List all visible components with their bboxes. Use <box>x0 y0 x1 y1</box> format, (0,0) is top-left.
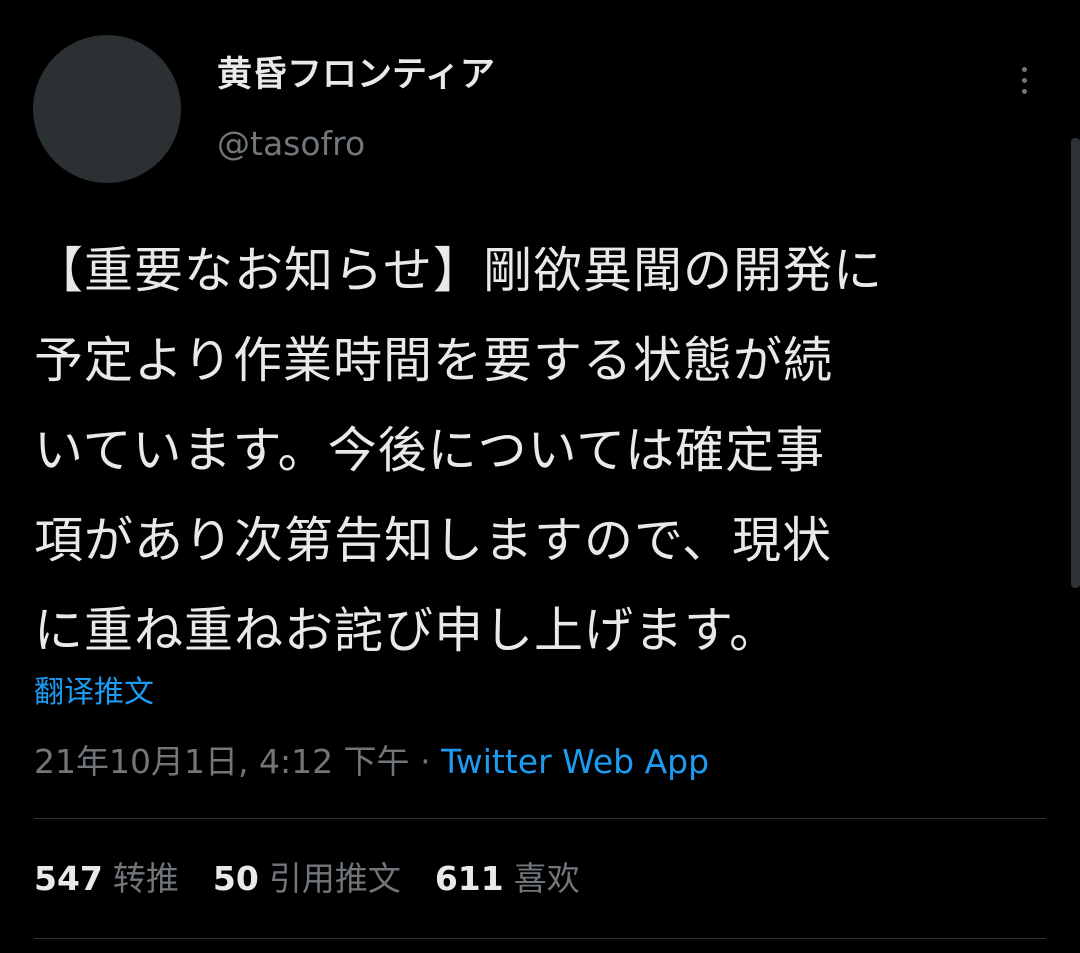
author-display-name[interactable]: 黄昏フロンティア <box>217 52 495 98</box>
quotes-stat[interactable]: 50 引用推文 <box>213 856 401 902</box>
translate-tweet-link[interactable]: 翻译推文 <box>34 672 154 714</box>
author-handle[interactable]: @tasofro <box>217 122 365 166</box>
more-vertical-icon-dot <box>1021 88 1027 94</box>
tweet-text-line: に重ね重ねお詫び申し上げます。 <box>34 602 780 659</box>
retweets-label: 转推 <box>112 859 179 898</box>
tweet-meta: 21年10月1日, 4:12 下午 · Twitter Web App <box>34 740 709 784</box>
tweet-text-line: 【重要なお知らせ】剛欲異聞の開発に <box>34 242 884 299</box>
retweets-count: 547 <box>34 859 103 898</box>
more-vertical-icon <box>1021 66 1027 72</box>
retweets-stat[interactable]: 547 转推 <box>34 856 179 902</box>
avatar[interactable] <box>33 35 181 183</box>
scrollbar[interactable] <box>1071 138 1080 588</box>
meta-separator: · <box>420 742 431 781</box>
likes-label: 喜欢 <box>513 859 580 898</box>
divider <box>34 938 1046 939</box>
likes-count: 611 <box>434 859 504 898</box>
tweet-source-link[interactable]: Twitter Web App <box>441 742 709 781</box>
tweet-text-line: 項があり次第告知しますので、現状 <box>34 512 833 569</box>
tweet-timestamp[interactable]: 21年10月1日, 4:12 下午 <box>34 742 410 781</box>
tweet-text: 【重要なお知らせ】剛欲異聞の開発に 予定より作業時間を要する状態が続 いています… <box>34 226 1054 676</box>
quotes-count: 50 <box>212 859 259 898</box>
likes-stat[interactable]: 611 喜欢 <box>435 856 580 902</box>
more-vertical-icon-dot <box>1021 77 1027 83</box>
more-options-button[interactable] <box>1004 58 1044 102</box>
divider <box>34 818 1046 819</box>
tweet-stats: 547 转推 50 引用推文 611 喜欢 <box>34 856 614 902</box>
tweet-text-line: いています。今後については確定事 <box>34 422 826 479</box>
tweet-text-line: 予定より作業時間を要する状態が続 <box>34 332 834 389</box>
quotes-label: 引用推文 <box>268 859 401 898</box>
